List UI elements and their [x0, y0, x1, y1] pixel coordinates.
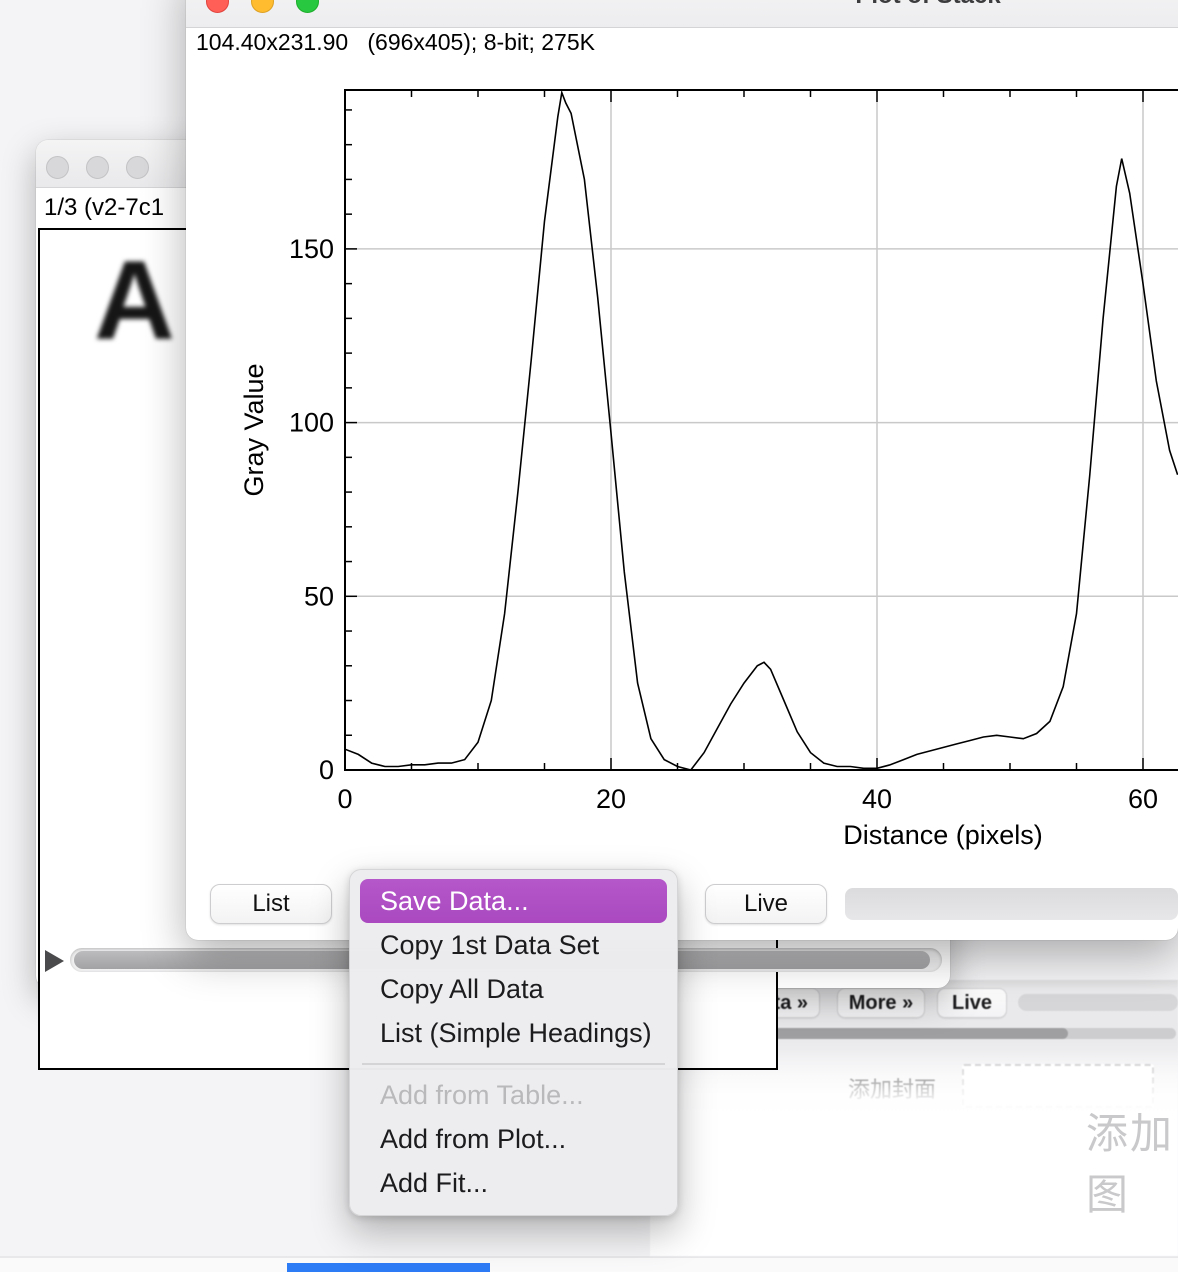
list-button[interactable]: List	[210, 884, 332, 924]
plot-side-track[interactable]	[845, 888, 1178, 920]
plot-window-titlebar[interactable]: Plot of Stack	[186, 0, 1178, 28]
context-menu: Save Data...Copy 1st Data SetCopy All Da…	[349, 869, 678, 1216]
menu-item-save-data[interactable]: Save Data...	[360, 879, 667, 923]
svg-text:Gray Value: Gray Value	[239, 363, 269, 496]
svg-text:100: 100	[289, 408, 334, 438]
close-icon[interactable]	[206, 0, 229, 13]
zoom-icon[interactable]	[126, 156, 149, 179]
play-icon[interactable]	[45, 950, 64, 972]
desktop: { "colors": { "menu_highlight": "#ae4fc4…	[0, 0, 1178, 1272]
bottom-strip	[0, 1258, 1178, 1272]
menu-separator	[362, 1063, 665, 1065]
menu-item-add-from-plot[interactable]: Add from Plot...	[350, 1117, 677, 1161]
background-side-track[interactable]	[1018, 994, 1178, 1011]
profile-plot: 0 50 100 150 0 20 40 60 Distance (pixels) Gray Va…	[186, 52, 1178, 862]
menu-item-list-simple-headings[interactable]: List (Simple Headings)	[350, 1011, 677, 1055]
image-content-letter: A	[94, 236, 175, 365]
zoom-icon[interactable]	[296, 0, 319, 13]
minimize-icon[interactable]	[86, 156, 109, 179]
svg-text:60: 60	[1128, 784, 1158, 814]
svg-text:20: 20	[596, 784, 626, 814]
add-figure-label: 添加图	[1086, 1100, 1178, 1222]
svg-text:40: 40	[862, 784, 892, 814]
live-button[interactable]: Live	[705, 884, 827, 924]
svg-text:0: 0	[337, 784, 352, 814]
menu-item-add-from-table: Add from Table...	[350, 1073, 677, 1117]
menu-item-copy-1st-data-set[interactable]: Copy 1st Data Set	[350, 923, 677, 967]
background-button-live[interactable]: Live	[937, 988, 1007, 1018]
bottom-blue-bar	[287, 1263, 490, 1272]
svg-text:50: 50	[304, 581, 334, 611]
close-icon[interactable]	[46, 156, 69, 179]
svg-text:Distance (pixels): Distance (pixels)	[843, 820, 1043, 850]
menu-item-add-fit[interactable]: Add Fit...	[350, 1161, 677, 1205]
svg-text:150: 150	[289, 234, 334, 264]
menu-item-copy-all-data[interactable]: Copy All Data	[350, 967, 677, 1011]
window-title: Plot of Stack	[805, 0, 1051, 8]
plot-of-stack-window: Plot of Stack 104.40x231.90 (696x405); 8…	[186, 0, 1178, 940]
svg-text:0: 0	[319, 755, 334, 785]
background-button-more[interactable]: More »	[837, 988, 925, 1018]
minimize-icon[interactable]	[251, 0, 274, 13]
